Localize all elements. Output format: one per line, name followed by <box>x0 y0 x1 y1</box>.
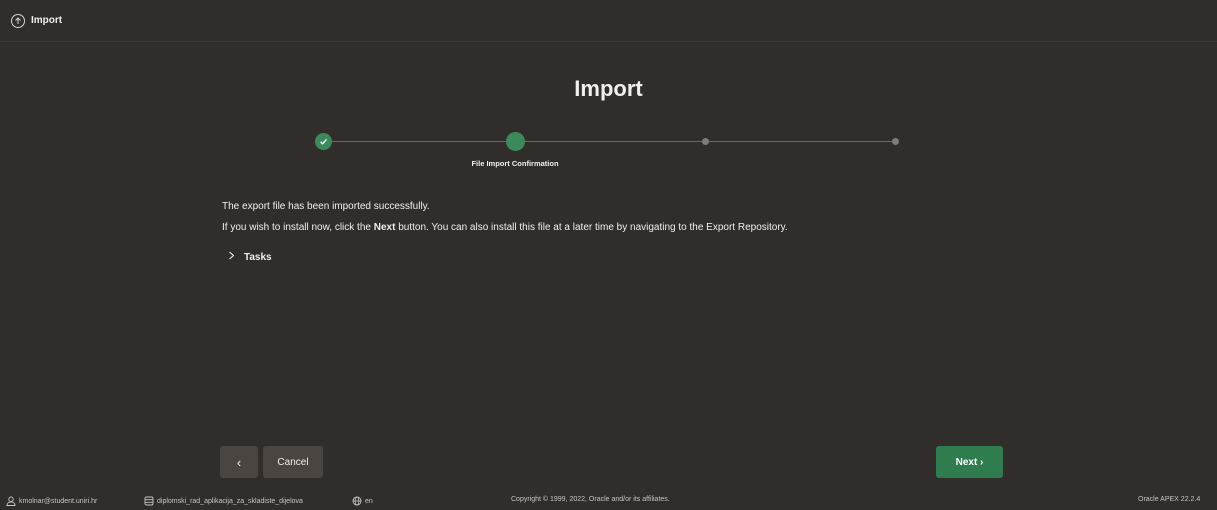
top-bar-title: Import <box>31 15 63 26</box>
next-button[interactable]: Next › <box>936 446 1003 478</box>
top-bar: Import <box>0 0 1217 42</box>
pending-step-marker <box>892 138 899 145</box>
footer-user[interactable]: kmolnar@student.uniri.hr <box>6 496 97 506</box>
footer-workspace[interactable]: diplomski_rad_aplikacija_za_skladiste_di… <box>144 496 303 506</box>
instructions-text-end: button. You can also install this file a… <box>395 222 788 233</box>
wizard-progress: File Import Confirmation <box>0 130 1217 170</box>
current-step-marker <box>506 132 525 151</box>
cancel-button[interactable]: Cancel <box>263 446 323 478</box>
previous-button[interactable]: ‹ <box>220 446 258 478</box>
page-title: Import <box>574 76 643 101</box>
footer-workspace-label: diplomski_rad_aplikacija_za_skladiste_di… <box>157 497 303 505</box>
wizard-track <box>323 141 895 142</box>
footer-copyright: Copyright © 1999, 2022, Oracle and/or it… <box>511 496 670 503</box>
tasks-toggle[interactable]: Tasks <box>222 251 982 263</box>
chevron-left-icon: ‹ <box>236 454 242 470</box>
footer-language-label: en <box>365 497 373 505</box>
footer-user-label: kmolnar@student.uniri.hr <box>19 497 98 505</box>
check-icon <box>315 133 332 150</box>
footer-language[interactable]: en <box>352 496 373 506</box>
install-instructions: If you wish to install now, click the Ne… <box>222 221 982 235</box>
globe-icon <box>352 496 362 506</box>
upload-arrow-icon <box>11 13 25 28</box>
instructions-text: If you wish to install now, click the <box>222 222 374 233</box>
tasks-label: Tasks <box>244 251 272 263</box>
success-message: The export file has been imported succes… <box>222 201 430 212</box>
user-icon <box>6 496 16 506</box>
chevron-right-icon <box>228 251 238 263</box>
database-icon <box>144 496 154 506</box>
pending-step-marker <box>702 138 709 145</box>
footer: kmolnar@student.uniri.hr diplomski_rad_a… <box>0 493 1217 510</box>
wizard-step-label: File Import Confirmation <box>471 159 559 168</box>
message-region: The export file has been imported succes… <box>222 200 982 263</box>
instructions-next-emphasis: Next <box>373 222 396 233</box>
footer-version: Oracle APEX 22.2.4 <box>1138 496 1201 503</box>
